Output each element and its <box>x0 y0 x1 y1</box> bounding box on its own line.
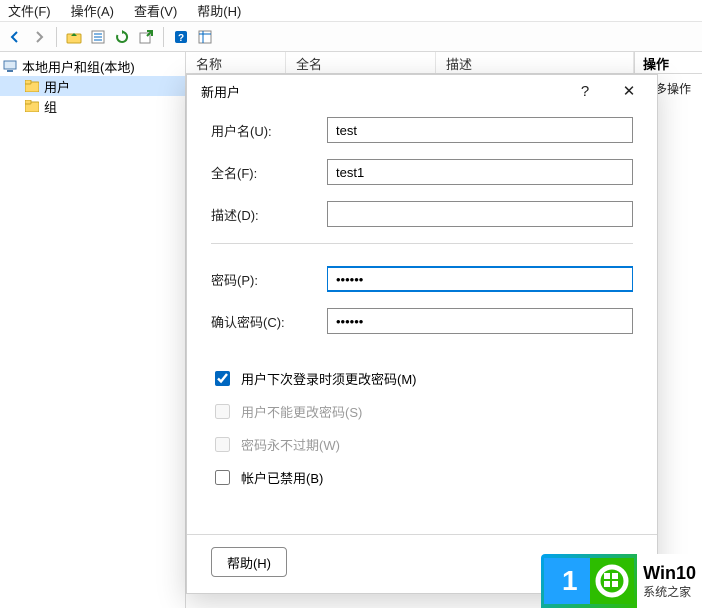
watermark-text: Win10 系统之家 <box>643 562 702 600</box>
row-fullname: 全名(F): <box>211 159 633 185</box>
row-chk-neverexpire: 密码永不过期(W) <box>211 434 633 455</box>
input-fullname[interactable] <box>327 159 633 185</box>
col-description[interactable]: 描述 <box>436 52 634 73</box>
tree-panel: 本地用户和组(本地) 用户 组 <box>0 52 186 608</box>
watermark-line2: 系统之家 <box>643 585 696 600</box>
chk-disabled[interactable] <box>215 470 230 485</box>
separator <box>211 243 633 244</box>
actions-header: 操作 <box>635 52 702 74</box>
computer-icon <box>2 58 18 74</box>
toolbar: ? <box>0 22 702 52</box>
lbl-chk-neverexpire: 密码永不过期(W) <box>241 435 340 454</box>
dialog-help-button[interactable]: ? <box>563 77 607 105</box>
folder-icon <box>24 78 40 94</box>
label-fullname: 全名(F): <box>211 163 327 182</box>
row-password: 密码(P): <box>211 266 633 292</box>
properties-icon <box>91 30 105 44</box>
input-description[interactable] <box>327 201 633 227</box>
watermark-line1: Win10 <box>643 562 696 585</box>
input-confirm-password[interactable] <box>327 308 633 334</box>
dialog-titlebar: 新用户 ? ✕ <box>187 75 657 107</box>
svg-text:?: ? <box>178 33 184 44</box>
input-password[interactable] <box>327 266 633 292</box>
chk-cannotchange <box>215 404 230 419</box>
list-view-button[interactable] <box>194 26 216 48</box>
col-fullname[interactable]: 全名 <box>286 52 436 73</box>
row-chk-disabled: 帐户已禁用(B) <box>211 467 633 488</box>
dialog-footer-help-label: 帮助(H) <box>227 553 271 572</box>
watermark: 1 Win10 系统之家 <box>541 554 702 608</box>
tree-root-label: 本地用户和组(本地) <box>22 57 135 76</box>
svg-text:1: 1 <box>562 565 579 596</box>
tree-users-label: 用户 <box>44 77 70 96</box>
watermark-badge: 1 <box>541 554 637 608</box>
row-chk-mustchange: 用户下次登录时须更改密码(M) <box>211 368 633 389</box>
new-user-dialog: 新用户 ? ✕ 用户名(U): 全名(F): 描述(D): 密码(P): 确认密… <box>186 74 658 594</box>
menu-file[interactable]: 文件(F) <box>0 0 59 22</box>
lbl-chk-disabled[interactable]: 帐户已禁用(B) <box>241 468 323 487</box>
export-button[interactable] <box>135 26 157 48</box>
label-description: 描述(D): <box>211 205 327 224</box>
back-icon <box>8 30 22 44</box>
row-description: 描述(D): <box>211 201 633 227</box>
toolbar-separator <box>56 27 57 47</box>
tree-users[interactable]: 用户 <box>0 76 185 96</box>
input-username[interactable] <box>327 117 633 143</box>
tree-root[interactable]: 本地用户和组(本地) <box>0 56 185 76</box>
list-header: 名称 全名 描述 <box>186 52 634 74</box>
row-username: 用户名(U): <box>211 117 633 143</box>
lbl-chk-cannotchange: 用户不能更改密码(S) <box>241 402 362 421</box>
menu-action[interactable]: 操作(A) <box>63 0 122 22</box>
forward-button[interactable] <box>28 26 50 48</box>
up-button[interactable] <box>63 26 85 48</box>
dialog-close-button[interactable]: ✕ <box>607 77 651 105</box>
properties-button[interactable] <box>87 26 109 48</box>
help-button[interactable]: ? <box>170 26 192 48</box>
lbl-chk-mustchange[interactable]: 用户下次登录时须更改密码(M) <box>241 369 417 388</box>
label-password: 密码(P): <box>211 270 327 289</box>
dialog-footer-help-button[interactable]: 帮助(H) <box>211 547 287 577</box>
chk-mustchange[interactable] <box>215 371 230 386</box>
export-icon <box>139 30 153 44</box>
row-chk-cannotchange: 用户不能更改密码(S) <box>211 401 633 422</box>
chk-neverexpire <box>215 437 230 452</box>
tree-groups[interactable]: 组 <box>0 96 185 116</box>
dialog-title: 新用户 <box>201 82 240 101</box>
list-icon <box>198 30 212 44</box>
dialog-body: 用户名(U): 全名(F): 描述(D): 密码(P): 确认密码(C): 用户… <box>187 107 657 534</box>
col-name[interactable]: 名称 <box>186 52 286 73</box>
menu-view[interactable]: 查看(V) <box>126 0 185 22</box>
folder-icon <box>24 98 40 114</box>
refresh-button[interactable] <box>111 26 133 48</box>
folder-up-icon <box>66 30 82 44</box>
toolbar-separator <box>163 27 164 47</box>
menu-bar: 文件(F) 操作(A) 查看(V) 帮助(H) <box>0 0 702 22</box>
back-button[interactable] <box>4 26 26 48</box>
question-icon: ? <box>581 83 589 100</box>
label-confirm-password: 确认密码(C): <box>211 312 327 331</box>
label-username: 用户名(U): <box>211 121 327 140</box>
tree-groups-label: 组 <box>44 97 57 116</box>
forward-icon <box>32 30 46 44</box>
refresh-icon <box>115 30 129 44</box>
close-icon: ✕ <box>623 82 636 100</box>
row-confirm-password: 确认密码(C): <box>211 308 633 334</box>
help-icon: ? <box>174 30 188 44</box>
menu-help[interactable]: 帮助(H) <box>189 0 249 22</box>
